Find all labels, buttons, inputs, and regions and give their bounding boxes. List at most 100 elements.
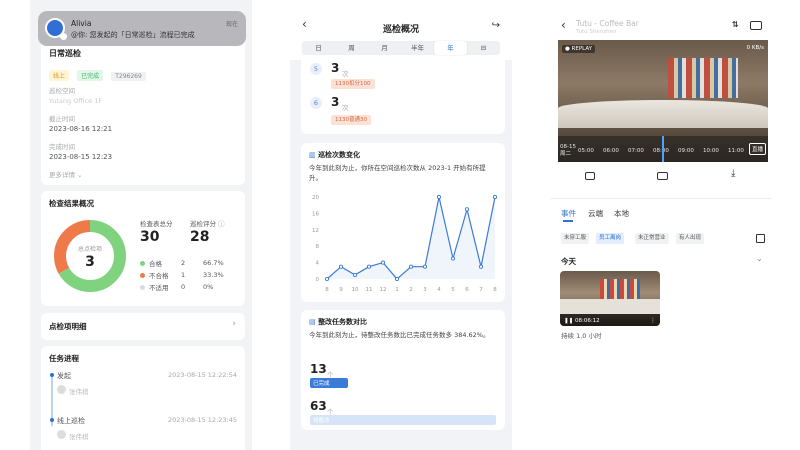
calendar-icon[interactable]: ⊟ [467, 41, 500, 55]
x-tick-label: 1 [395, 287, 399, 293]
data-point [436, 194, 442, 200]
step-2-time: 2023-08-15 12:23:45 [167, 416, 237, 424]
tab-year[interactable]: 年 [434, 41, 467, 55]
data-point [352, 272, 358, 277]
playhead[interactable] [662, 136, 664, 162]
help-icon[interactable]: ⓘ [218, 220, 225, 228]
rank-count: 3 [331, 95, 340, 109]
timeline-tick: 09:00 [678, 148, 694, 154]
x-tick-label: 2 [409, 287, 413, 293]
clip-time-text: 08:06:12 [574, 318, 600, 324]
legend-na-percent: 0% [203, 283, 214, 291]
overview-title: 检查结果概况 [49, 199, 94, 208]
camera-snapshot-icon[interactable] [585, 172, 595, 180]
trend-title-text: 巡检次数变化 [318, 151, 361, 159]
legend-na-name: 不适用 [149, 284, 169, 292]
tab-day[interactable]: 日 [302, 41, 335, 55]
grid-view-icon[interactable] [750, 21, 762, 30]
rectify-title-text: 整改任务数对比 [318, 318, 368, 326]
rank-count: 3 [331, 61, 340, 75]
filter-chip[interactable]: 未正常营业 [635, 233, 669, 244]
more-icon[interactable]: ⋮ [650, 317, 656, 324]
back-arrow-icon[interactable]: ‹ [561, 18, 566, 32]
timeline-tick: 05:00 [578, 148, 594, 154]
step-dot-icon [50, 418, 54, 422]
data-point [394, 276, 400, 282]
x-tick-label: 12 [380, 287, 387, 293]
step-2-label: 线上巡检 [57, 417, 85, 425]
done-value: 13 [310, 362, 327, 376]
x-tick-label: 11 [366, 287, 373, 293]
legend-pass-percent: 66.7% [203, 259, 224, 267]
page-title: 巡检概况 [382, 25, 419, 35]
rank-badge: 6 [310, 97, 322, 109]
progress-title: 任务进程 [49, 354, 79, 363]
timeline-tick: 07:00 [628, 148, 644, 154]
ranking-card: 5 3 次 1130扣分100 6 3 次 1130普通30 [301, 60, 505, 134]
score-value: 28 [190, 229, 210, 245]
data-point [338, 264, 344, 269]
deadline-label: 截止时间 [49, 115, 75, 123]
chevron-down-icon[interactable]: ⌄ [756, 254, 763, 263]
filter-chip[interactable]: 未穿工服 [561, 233, 590, 244]
divider [550, 198, 772, 199]
sort-icon[interactable]: ⇅ [732, 20, 739, 29]
event-clip-thumbnail[interactable]: ❚❚ 08:06:12 ⋮ [560, 271, 660, 326]
x-tick-label: 5 [451, 287, 455, 293]
step-1-user: 张伟棋 [69, 388, 89, 396]
record-video-icon[interactable] [657, 172, 668, 180]
live-button[interactable]: 直播 [748, 143, 766, 155]
rank-tag: 1130普通30 [331, 115, 371, 125]
download-icon[interactable]: ⤓ [731, 168, 735, 179]
tab-local[interactable]: 本地 [614, 208, 629, 219]
legend-pass-name: 合格 [149, 260, 162, 268]
data-point [422, 264, 428, 269]
x-tick-label: 9 [339, 287, 343, 293]
y-tick-label: 8 [316, 244, 320, 250]
push-notification[interactable]: Alivia 现在 @你: 您发起的「日常巡检」流程已完成 [38, 11, 246, 46]
tab-half-year[interactable]: 半年 [401, 41, 434, 55]
donut-center-label: 总点检项 [77, 246, 102, 253]
rectify-chart-icon: ▤ [309, 318, 316, 326]
step-1-time: 2023-08-15 12:22:54 [167, 371, 237, 379]
filter-chip-active[interactable]: 员工离岗 [596, 233, 625, 244]
result-overview-card: 检查结果概况 总点检项 3 检查表总分 30 巡检评分 ⓘ 28 合格 2 66… [41, 191, 245, 306]
tab-cloud[interactable]: 云端 [588, 208, 603, 219]
more-details-link[interactable]: 更多详情 ⌄ [49, 169, 83, 179]
x-tick-label: 8 [493, 287, 497, 293]
tab-week[interactable]: 周 [335, 41, 368, 55]
data-point [450, 256, 456, 261]
rectify-title: ▤ 整改任务数对比 [309, 317, 367, 327]
deadline-value: 2023-08-16 12:21 [49, 125, 113, 133]
y-tick-label: 0 [316, 277, 320, 283]
video-frame-shelf [600, 279, 640, 301]
check-items-label: 点检项明细 [49, 322, 87, 331]
tab-events[interactable]: 事件 [561, 208, 576, 219]
legend-fail-name: 不合格 [149, 272, 169, 280]
tab-month[interactable]: 月 [368, 41, 401, 55]
total-score-label: 检查表总分 [140, 220, 173, 228]
x-tick-label: 6 [465, 287, 469, 293]
step-1-label: 发起 [57, 372, 71, 380]
inspection-detail-screen: 日常巡检 线上 已完成 T296269 巡检空间 Yutang Office 1… [30, 0, 252, 450]
playback-timeline[interactable]: 08-15 周二 05:00 06:00 07:00 08:00 09:00 1… [558, 136, 768, 162]
check-items-link[interactable]: 点检项明细 › [41, 313, 245, 340]
step-2-user: 张伟棋 [69, 433, 89, 441]
share-icon[interactable]: ↪ [492, 20, 500, 31]
calendar-icon[interactable] [756, 234, 765, 243]
filter-chip[interactable]: 有人出现 [676, 233, 705, 244]
notification-sender: Alivia [71, 19, 92, 28]
space-value: Yutang Office 1F [49, 97, 103, 105]
tag-completed: 已完成 [77, 70, 104, 81]
replay-badge: ● REPLAY [562, 45, 596, 53]
data-point [380, 260, 386, 265]
score-label-text: 巡检评分 [190, 220, 216, 228]
camera-video-player[interactable]: ● REPLAY 0 KB/s 08-15 周二 05:00 06:00 07:… [558, 40, 768, 162]
legend-row-pass: 合格 2 66.7% [140, 257, 250, 269]
data-point [492, 194, 498, 200]
x-tick-label: 4 [437, 287, 441, 293]
todo-value: 63 [310, 399, 327, 413]
trend-title: ▥ 巡检次数变化 [309, 150, 360, 160]
legend-fail-percent: 33.3% [203, 271, 224, 279]
video-frame-counter [558, 100, 768, 128]
